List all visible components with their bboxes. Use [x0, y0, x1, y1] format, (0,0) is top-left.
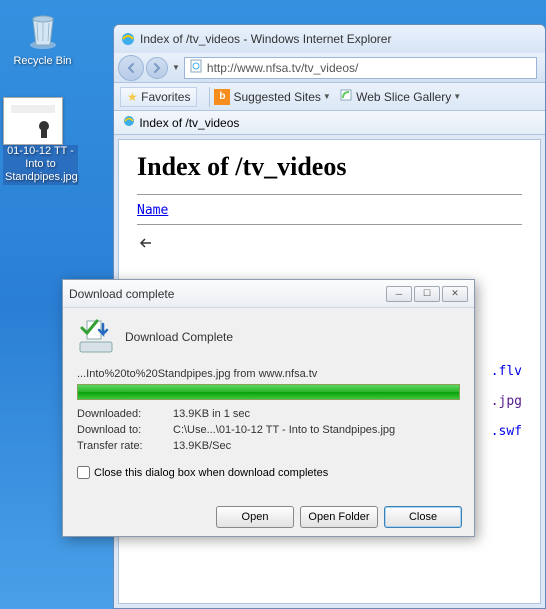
minimize-button[interactable]: ─ [386, 286, 412, 302]
file-thumbnail-icon [3, 97, 63, 145]
dialog-title-text: Download complete [69, 287, 174, 301]
dir-column-header: Name [137, 203, 522, 218]
web-slice-button[interactable]: Web Slice Gallery ▼ [339, 88, 461, 105]
downloadto-label: Download to: [77, 424, 173, 440]
page-icon [189, 59, 203, 76]
rate-label: Transfer rate: [77, 440, 173, 456]
rate-value: 13.9KB/Sec [173, 440, 231, 456]
download-details: Downloaded: 13.9KB in 1 sec Download to:… [77, 408, 460, 456]
desktop-file-label: 01-10-12 TT - Into to Standpipes.jpg [3, 145, 78, 185]
download-heading: Download Complete [125, 330, 233, 344]
open-folder-button[interactable]: Open Folder [300, 506, 378, 528]
recycle-bin-icon [19, 5, 67, 53]
back-button[interactable] [118, 55, 144, 81]
bing-icon: b [214, 89, 230, 105]
download-dialog: Download complete ─ ☐ ✕ Download Complet… [62, 279, 475, 537]
back-icon [137, 235, 157, 251]
forward-button[interactable] [146, 57, 168, 79]
address-bar[interactable]: http://www.nfsa.tv/tv_videos/ [184, 57, 537, 79]
browser-tab[interactable]: Index of /tv_videos [114, 111, 545, 135]
tab-label: Index of /tv_videos [139, 116, 239, 130]
favorites-bar: ★ Favorites b Suggested Sites ▼ Web Slic… [114, 83, 545, 111]
page-heading: Index of /tv_videos [137, 152, 522, 182]
desktop-file[interactable]: 01-10-12 TT - Into to Standpipes.jpg [3, 97, 78, 185]
downloaded-value: 13.9KB in 1 sec [173, 408, 250, 424]
ie-title-text: Index of /tv_videos - Windows Internet E… [140, 32, 391, 46]
parent-dir-row[interactable] [137, 233, 522, 253]
star-icon: ★ [127, 90, 138, 104]
downloadto-value: C:\Use...\01-10-12 TT - Into to Standpip… [173, 424, 395, 440]
nav-dropdown-icon[interactable]: ▼ [172, 63, 180, 72]
recycle-bin-label: Recycle Bin [5, 55, 80, 67]
ie-logo-icon [120, 31, 136, 47]
close-button[interactable]: Close [384, 506, 462, 528]
download-complete-icon [77, 318, 115, 356]
slice-icon [339, 88, 353, 105]
chevron-down-icon: ▼ [323, 92, 331, 101]
close-on-complete-checkbox[interactable] [77, 466, 90, 479]
maximize-button[interactable]: ☐ [414, 286, 440, 302]
progress-bar [77, 384, 460, 400]
recycle-bin[interactable]: Recycle Bin [5, 5, 80, 67]
favorites-button[interactable]: ★ Favorites [120, 87, 197, 107]
column-name-link[interactable]: Name [137, 203, 168, 218]
address-text: http://www.nfsa.tv/tv_videos/ [207, 61, 358, 75]
ie-titlebar[interactable]: Index of /tv_videos - Windows Internet E… [114, 25, 545, 53]
open-button[interactable]: Open [216, 506, 294, 528]
close-window-button[interactable]: ✕ [442, 286, 468, 302]
download-file-line: ...Into%20to%20Standpipes.jpg from www.n… [77, 368, 460, 380]
chevron-down-icon: ▼ [453, 92, 461, 101]
tab-favicon-icon [122, 114, 136, 131]
ie-nav-bar: ▼ http://www.nfsa.tv/tv_videos/ [114, 53, 545, 83]
close-on-complete-label: Close this dialog box when download comp… [94, 467, 328, 479]
dialog-titlebar[interactable]: Download complete ─ ☐ ✕ [63, 280, 474, 308]
downloaded-label: Downloaded: [77, 408, 173, 424]
suggested-sites-button[interactable]: b Suggested Sites ▼ [214, 89, 330, 105]
